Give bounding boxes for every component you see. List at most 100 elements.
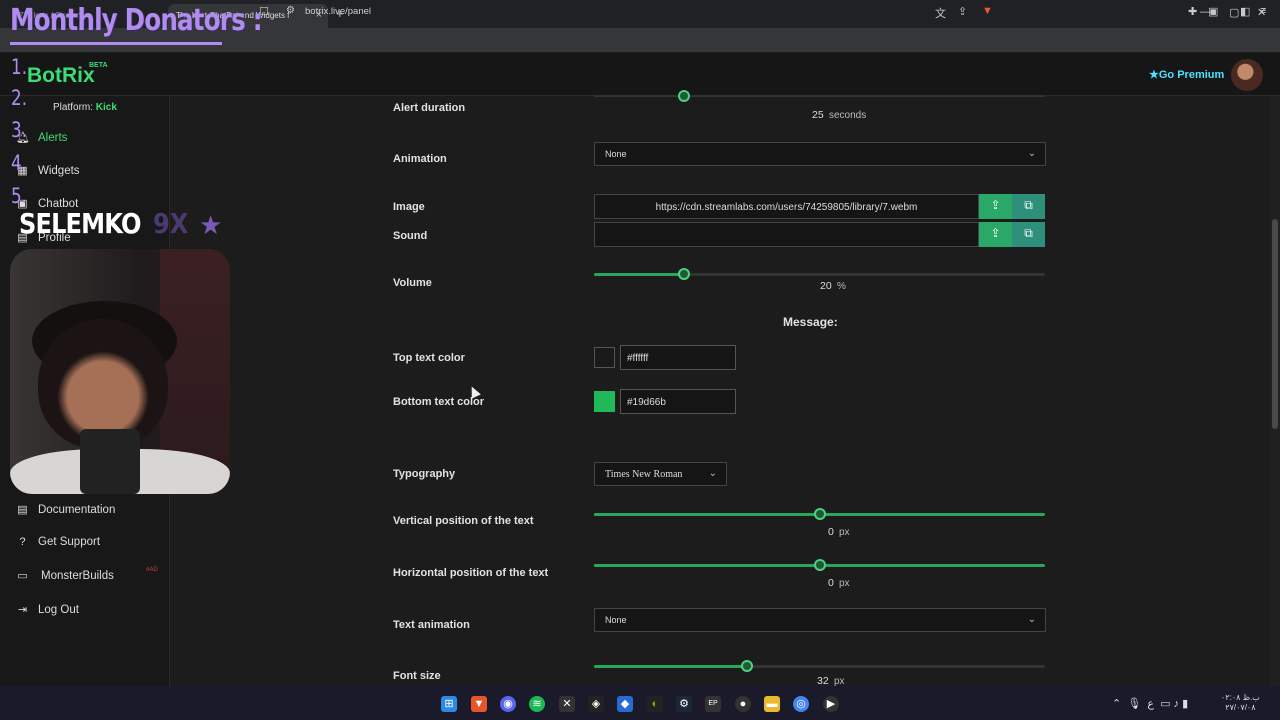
horizontal-position-slider-thumb[interactable] [813,559,826,571]
capcut-icon[interactable]: ◈ [588,696,604,712]
sidebar-item-label: Log Out [38,603,79,616]
sidebar-item-documentation[interactable]: ▤ Documentation [16,503,116,517]
microphone-icon [80,429,140,494]
alert-duration-unit: seconds [829,110,867,121]
upload-sound-button[interactable]: ⇪ [979,222,1012,247]
vertical-position-slider-thumb[interactable] [813,508,826,520]
go-premium-button[interactable]: ★Go Premium [1149,68,1224,81]
folder-icon[interactable]: ▬ [764,696,780,712]
webcam-feed [10,249,230,494]
discord-icon[interactable]: ◉ [500,696,516,712]
text-animation-select[interactable]: None ⌄ [594,608,1046,632]
donor-count: 9X [153,207,189,240]
overlay-title: Monthly Donators : [10,3,263,38]
platform-label: Platform: [53,102,94,113]
sidebar-item-log-out[interactable]: ⇥ Log Out [16,603,79,617]
sidebar-item-label: Documentation [38,503,116,516]
chevron-down-icon: ⌄ [1027,614,1036,625]
vertical-position-slider-fill [594,513,820,516]
alert-duration-label: Alert duration [393,102,466,114]
bottom-text-color-swatch[interactable] [594,391,615,412]
taskbar-clock[interactable]: ۰۲:۰۸ ب.ظ ۲۷/۰۷/۰۸ [1221,693,1260,713]
overlay-underline [10,42,222,45]
app-logo[interactable]: BotRix [27,64,95,88]
sidebar-item-monsterbuilds[interactable]: ▭ MonsterBuilds [16,569,114,583]
text-animation-select-value: None [605,615,627,625]
bottom-text-color-input[interactable]: #19d66b [620,389,736,414]
avatar[interactable] [1231,59,1263,91]
chevron-down-icon: ⌄ [708,468,717,479]
excel-icon[interactable]: ✕ [559,696,575,712]
epic-icon[interactable]: EP [705,696,721,712]
image-label: Image [393,201,425,213]
volume-slider[interactable] [594,268,1045,280]
share-icon[interactable]: ⇪ [958,5,967,18]
laptop-icon: ▭ [17,570,28,582]
volume-slider-fill [594,273,685,276]
help-icon: ? [19,536,26,548]
brave-shield-icon[interactable]: ▼ [982,5,993,17]
animation-select[interactable]: None ⌄ [594,142,1046,166]
chrome-icon[interactable]: ◎ [793,696,809,712]
bottom-text-color-label: Bottom text color [393,396,485,408]
top-text-color-swatch[interactable] [594,347,615,368]
maximize-button[interactable]: ▢ [1229,6,1239,19]
sidebar-toggle-icon[interactable]: ◧ [1240,5,1250,18]
image-library-button[interactable]: ⧉ [1012,194,1045,219]
font-size-label: Font size [393,670,441,682]
url-field[interactable]: botrix.live/panel [305,6,371,17]
library-icon: ⧉ [1024,226,1033,240]
upload-image-button[interactable]: ⇪ [979,194,1012,219]
horizontal-position-slider[interactable] [594,559,1045,571]
sound-library-button[interactable]: ⧉ [1012,222,1045,247]
text-animation-label: Text animation [393,619,470,631]
typography-select[interactable]: Times New Roman ⌄ [594,462,727,486]
alert-duration-slider[interactable] [594,95,1045,97]
page-scrollbar-thumb[interactable] [1272,219,1278,429]
donor-name: SELEMKO [19,207,141,240]
nvidia-icon[interactable]: ◐ [647,696,663,712]
brave-icon[interactable]: ▼ [471,696,487,712]
sidebar-item-get-support[interactable]: ? Get Support [16,536,100,548]
library-icon: ⧉ [1024,198,1033,212]
steam-icon[interactable]: ⚙ [676,696,692,712]
system-tray[interactable]: ⌃ 🎙︎ ع ▭ ♪ ▮ [1112,697,1188,710]
spotify-icon[interactable]: ≋ [529,696,545,712]
start-icon[interactable]: ⊞ [441,696,457,712]
alert-duration-slider-thumb[interactable] [678,90,690,102]
donor-rank: 5. [11,184,28,208]
vertical-position-slider[interactable] [594,508,1045,520]
top-text-color-label: Top text color [393,352,465,364]
photoshop-icon[interactable]: ◆ [617,696,633,712]
font-size-slider-fill [594,665,748,668]
volume-label: Volume [393,277,432,289]
menu-icon[interactable]: ≡ [1260,5,1266,17]
volume-value: 20 [820,280,832,292]
font-size-slider[interactable] [594,660,1045,672]
go-premium-label: Go Premium [1158,69,1225,81]
top-text-color-input[interactable]: #ffffff [620,345,736,370]
donor-rank: 4. [11,151,28,175]
translate-icon[interactable]: 文 [935,5,946,21]
media-player-icon[interactable]: ▶ [823,696,839,712]
app-header [0,53,1280,96]
extensions-icon[interactable]: ✚ [1188,5,1197,18]
star-icon: ★ [199,210,223,240]
message-section-heading: Message: [783,315,838,329]
image-url-field[interactable]: https://cdn.streamlabs.com/users/7425980… [594,194,979,219]
logout-icon: ⇥ [17,604,28,616]
horizontal-position-unit: px [839,578,850,589]
site-info-icon[interactable]: ⚙ [286,5,295,16]
documentation-icon: ▤ [17,504,28,516]
alert-duration-value: 25 [812,109,824,121]
sound-url-field[interactable] [594,222,979,247]
obs-icon[interactable]: ● [735,696,751,712]
wallet-icon[interactable]: ▣ [1208,5,1218,18]
volume-unit: % [837,281,846,292]
typography-label: Typography [393,468,456,480]
sidebar-item-label: Widgets [38,164,80,177]
vertical-position-unit: px [839,527,850,538]
donor-rank: 1. [11,55,28,79]
horizontal-position-slider-fill [594,564,820,567]
typography-select-value: Times New Roman [605,469,683,480]
